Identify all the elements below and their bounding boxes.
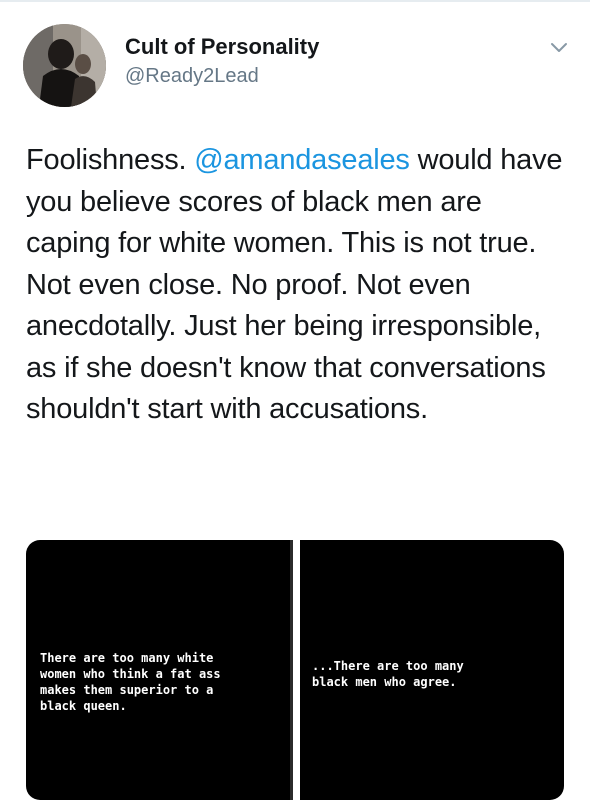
story-text-left: There are too many white women who think… [40,651,221,713]
media-grid: There are too many white women who think… [26,540,564,800]
tweet-text-start: Foolishness. [26,144,195,176]
top-divider [0,0,590,2]
avatar[interactable] [23,24,106,107]
tweet-text: Foolishness. @amandaseales would have yo… [26,140,571,431]
chevron-down-icon[interactable] [548,36,570,58]
media-image-left[interactable]: There are too many white women who think… [26,540,290,800]
media-divider-shadow [290,540,293,800]
mention-link[interactable]: @amandaseales [194,144,410,176]
tweet-text-rest: would have you believe scores of black m… [26,144,563,425]
media-image-right[interactable]: ...There are too many black men who agre… [300,540,564,800]
avatar-photo [23,24,106,107]
story-text-right: ...There are too many black men who agre… [312,659,464,689]
display-name[interactable]: Cult of Personality [125,34,319,60]
user-handle[interactable]: @Ready2Lead [125,64,259,88]
